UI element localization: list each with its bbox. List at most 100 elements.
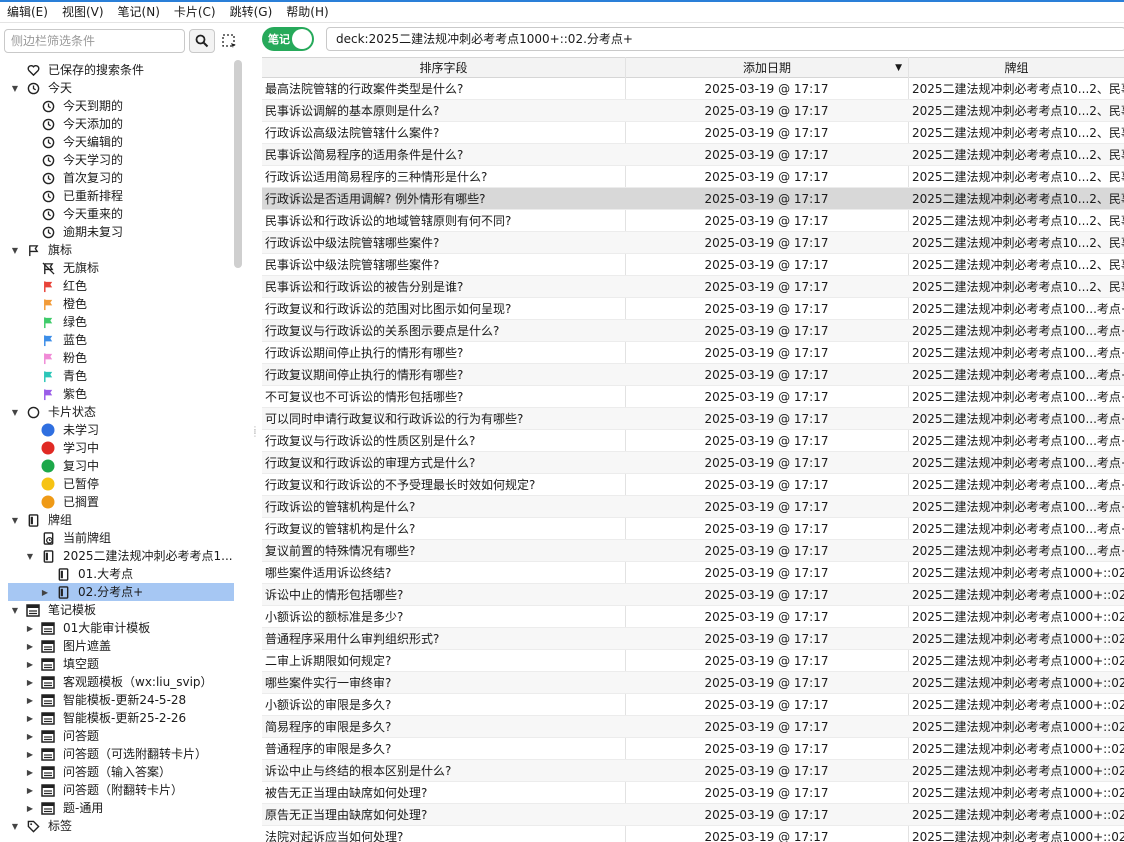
collapse-arrow-icon[interactable]: ▼	[25, 547, 35, 565]
table-row[interactable]: 民事诉讼中级法院管辖哪些案件? 2025-03-19 @ 17:17 2025二建法…	[262, 254, 1124, 276]
expand-arrow-icon[interactable]: ▶	[25, 727, 35, 745]
expand-arrow-icon[interactable]: ▶	[25, 781, 35, 799]
collapse-arrow-icon[interactable]: ▼	[10, 79, 20, 97]
table-row[interactable]: 可以同时申请行政复议和行政诉讼的行为有哪些? 2025-03-19 @ 17:17…	[262, 408, 1124, 430]
table-row[interactable]: 行政诉讼适用简易程序的三种情形是什么? 2025-03-19 @ 17:17 202…	[262, 166, 1124, 188]
table-row[interactable]: 普通程序的审限是多久? 2025-03-19 @ 17:17 2025二建法规冲刺必…	[262, 738, 1124, 760]
sidebar-item[interactable]: ▶ 问答题（可选附翻转卡片）	[0, 745, 246, 763]
sidebar-item[interactable]: ▼ 标签	[0, 817, 246, 835]
expand-arrow-icon[interactable]: ▶	[25, 709, 35, 727]
browser-search-input[interactable]: deck:2025二建法规冲刺必考考点1000+::02.分考点+	[326, 27, 1124, 51]
table-row[interactable]: 行政诉讼高级法院管辖什么案件? 2025-03-19 @ 17:17 2025二建法…	[262, 122, 1124, 144]
sidebar-item[interactable]: 紫色	[0, 385, 246, 403]
table-row[interactable]: 最高法院管辖的行政案件类型是什么? 2025-03-19 @ 17:17 2025二…	[262, 78, 1124, 100]
sidebar-item[interactable]: 首次复习的	[0, 169, 246, 187]
sidebar-item[interactable]: 红色	[0, 277, 246, 295]
panel-splitter-handle[interactable]: ⋮ ⋮	[251, 426, 259, 442]
expand-arrow-icon[interactable]: ▶	[25, 637, 35, 655]
table-row[interactable]: 行政复议的管辖机构是什么? 2025-03-19 @ 17:17 2025二建法规冲…	[262, 518, 1124, 540]
table-row[interactable]: 行政复议与行政诉讼的关系图示要点是什么? 2025-03-19 @ 17:17 20…	[262, 320, 1124, 342]
collapse-arrow-icon[interactable]: ▼	[10, 403, 20, 421]
sidebar-item[interactable]: ▶ 客观题模板（wx:liu_svip）	[0, 673, 246, 691]
table-row[interactable]: 法院对起诉应当如何处理? 2025-03-19 @ 17:17 2025二建法规冲刺…	[262, 826, 1124, 842]
sidebar-item[interactable]: 橙色	[0, 295, 246, 313]
sidebar-item[interactable]: 今天学习的	[0, 151, 246, 169]
table-row[interactable]: 行政诉讼的管辖机构是什么? 2025-03-19 @ 17:17 2025二建法规冲…	[262, 496, 1124, 518]
table-row[interactable]: 普通程序采用什么审判组织形式? 2025-03-19 @ 17:17 2025二建法…	[262, 628, 1124, 650]
sidebar-item[interactable]: ▶ 图片遮盖	[0, 637, 246, 655]
sidebar-item[interactable]: ▼ 笔记模板	[0, 601, 246, 619]
table-row[interactable]: 民事诉讼调解的基本原则是什么? 2025-03-19 @ 17:17 2025二建法…	[262, 100, 1124, 122]
table-row[interactable]: 不可复议也不可诉讼的情形包括哪些? 2025-03-19 @ 17:17 2025二…	[262, 386, 1124, 408]
menu-item[interactable]: 笔记(N)	[111, 2, 167, 22]
sidebar-item[interactable]: 青色	[0, 367, 246, 385]
sidebar-scrollbar[interactable]	[234, 60, 242, 268]
menu-item[interactable]: 跳转(G)	[223, 2, 280, 22]
sidebar-item[interactable]: 01.大考点	[0, 565, 246, 583]
sidebar-filter-input[interactable]	[4, 29, 185, 53]
collapse-arrow-icon[interactable]: ▼	[10, 817, 20, 835]
sidebar-item[interactable]: 已暂停	[0, 475, 246, 493]
sidebar-item[interactable]: ▼ 卡片状态	[0, 403, 246, 421]
sidebar-item[interactable]: ▼ 今天	[0, 79, 246, 97]
table-row[interactable]: 行政复议和行政诉讼的范围对比图示如何呈现? 2025-03-19 @ 17:17 2…	[262, 298, 1124, 320]
column-header-deck[interactable]: 牌组	[909, 58, 1124, 78]
sidebar-item[interactable]: 今天到期的	[0, 97, 246, 115]
menu-item[interactable]: 卡片(C)	[167, 2, 223, 22]
sidebar-item[interactable]: 今天编辑的	[0, 133, 246, 151]
sidebar-item[interactable]: 逾期未复习	[0, 223, 246, 241]
table-row[interactable]: 民事诉讼和行政诉讼的被告分别是谁? 2025-03-19 @ 17:17 2025二…	[262, 276, 1124, 298]
table-row[interactable]: 行政复议与行政诉讼的性质区别是什么? 2025-03-19 @ 17:17 2025…	[262, 430, 1124, 452]
sidebar-item[interactable]: ▶ 题-通用	[0, 799, 246, 817]
sidebar-item[interactable]: 学习中	[0, 439, 246, 457]
table-row[interactable]: 复议前置的特殊情况有哪些? 2025-03-19 @ 17:17 2025二建法规冲…	[262, 540, 1124, 562]
sidebar-item[interactable]: 已保存的搜索条件	[0, 61, 246, 79]
sidebar-item[interactable]: ▼ 旗标	[0, 241, 246, 259]
expand-arrow-icon[interactable]: ▶	[25, 619, 35, 637]
sidebar-item[interactable]: ▼ 2025二建法规冲刺必考考点1...	[0, 547, 246, 565]
sidebar-item[interactable]: 无旗标	[0, 259, 246, 277]
sidebar-item[interactable]: ▶ 问答题（附翻转卡片）	[0, 781, 246, 799]
sidebar-item[interactable]: ▶ 智能模板-更新25-2-26	[0, 709, 246, 727]
table-row[interactable]: 原告无正当理由缺席如何处理? 2025-03-19 @ 17:17 2025二建法规…	[262, 804, 1124, 826]
sidebar-search-button[interactable]	[189, 29, 215, 53]
collapse-arrow-icon[interactable]: ▼	[10, 241, 20, 259]
menu-item[interactable]: 视图(V)	[55, 2, 111, 22]
sidebar-item[interactable]: 当前牌组	[0, 529, 246, 547]
sidebar-item[interactable]: ▶ 问答题	[0, 727, 246, 745]
sidebar-item[interactable]: 蓝色	[0, 331, 246, 349]
table-row[interactable]: 行政复议期间停止执行的情形有哪些? 2025-03-19 @ 17:17 2025二…	[262, 364, 1124, 386]
expand-arrow-icon[interactable]: ▶	[25, 655, 35, 673]
sidebar-item[interactable]: 今天重来的	[0, 205, 246, 223]
sidebar-item[interactable]: ▶ 填空题	[0, 655, 246, 673]
sidebar-item[interactable]: 绿色	[0, 313, 246, 331]
table-row[interactable]: 行政诉讼期间停止执行的情形有哪些? 2025-03-19 @ 17:17 2025二…	[262, 342, 1124, 364]
expand-arrow-icon[interactable]: ▶	[25, 673, 35, 691]
selection-tool-button[interactable]	[219, 31, 239, 51]
table-row[interactable]: 诉讼中止与终结的根本区别是什么? 2025-03-19 @ 17:17 2025二建…	[262, 760, 1124, 782]
expand-arrow-icon[interactable]: ▶	[25, 763, 35, 781]
table-row[interactable]: 被告无正当理由缺席如何处理? 2025-03-19 @ 17:17 2025二建法规…	[262, 782, 1124, 804]
sidebar-item[interactable]: ▼ 牌组	[0, 511, 246, 529]
sidebar-item[interactable]: 已重新排程	[0, 187, 246, 205]
expand-arrow-icon[interactable]: ▶	[25, 691, 35, 709]
table-row[interactable]: 行政复议和行政诉讼的审理方式是什么? 2025-03-19 @ 17:17 2025…	[262, 452, 1124, 474]
sidebar-item[interactable]: 粉色	[0, 349, 246, 367]
table-row[interactable]: 哪些案件实行一审终审? 2025-03-19 @ 17:17 2025二建法规冲刺必…	[262, 672, 1124, 694]
collapse-arrow-icon[interactable]: ▼	[10, 511, 20, 529]
table-row[interactable]: 哪些案件适用诉讼终结? 2025-03-19 @ 17:17 2025二建法规冲刺必…	[262, 562, 1124, 584]
expand-arrow-icon[interactable]: ▶	[25, 745, 35, 763]
table-row[interactable]: 诉讼中止的情形包括哪些? 2025-03-19 @ 17:17 2025二建法规冲刺…	[262, 584, 1124, 606]
collapse-arrow-icon[interactable]: ▼	[10, 601, 20, 619]
sidebar-item[interactable]: ▶ 问答题（输入答案）	[0, 763, 246, 781]
sidebar-item[interactable]: 已搁置	[0, 493, 246, 511]
table-row[interactable]: 民事诉讼简易程序的适用条件是什么? 2025-03-19 @ 17:17 2025二…	[262, 144, 1124, 166]
sidebar-item[interactable]: 今天添加的	[0, 115, 246, 133]
menu-item[interactable]: 帮助(H)	[279, 2, 335, 22]
table-row[interactable]: 行政诉讼中级法院管辖哪些案件? 2025-03-19 @ 17:17 2025二建法…	[262, 232, 1124, 254]
table-row[interactable]: 简易程序的审限是多久? 2025-03-19 @ 17:17 2025二建法规冲刺必…	[262, 716, 1124, 738]
sidebar-item[interactable]: 复习中	[0, 457, 246, 475]
table-row[interactable]: 小额诉讼的额标准是多少? 2025-03-19 @ 17:17 2025二建法规冲刺…	[262, 606, 1124, 628]
table-row[interactable]: 民事诉讼和行政诉讼的地域管辖原则有何不同? 2025-03-19 @ 17:17 2…	[262, 210, 1124, 232]
expand-arrow-icon[interactable]: ▶	[40, 583, 50, 601]
